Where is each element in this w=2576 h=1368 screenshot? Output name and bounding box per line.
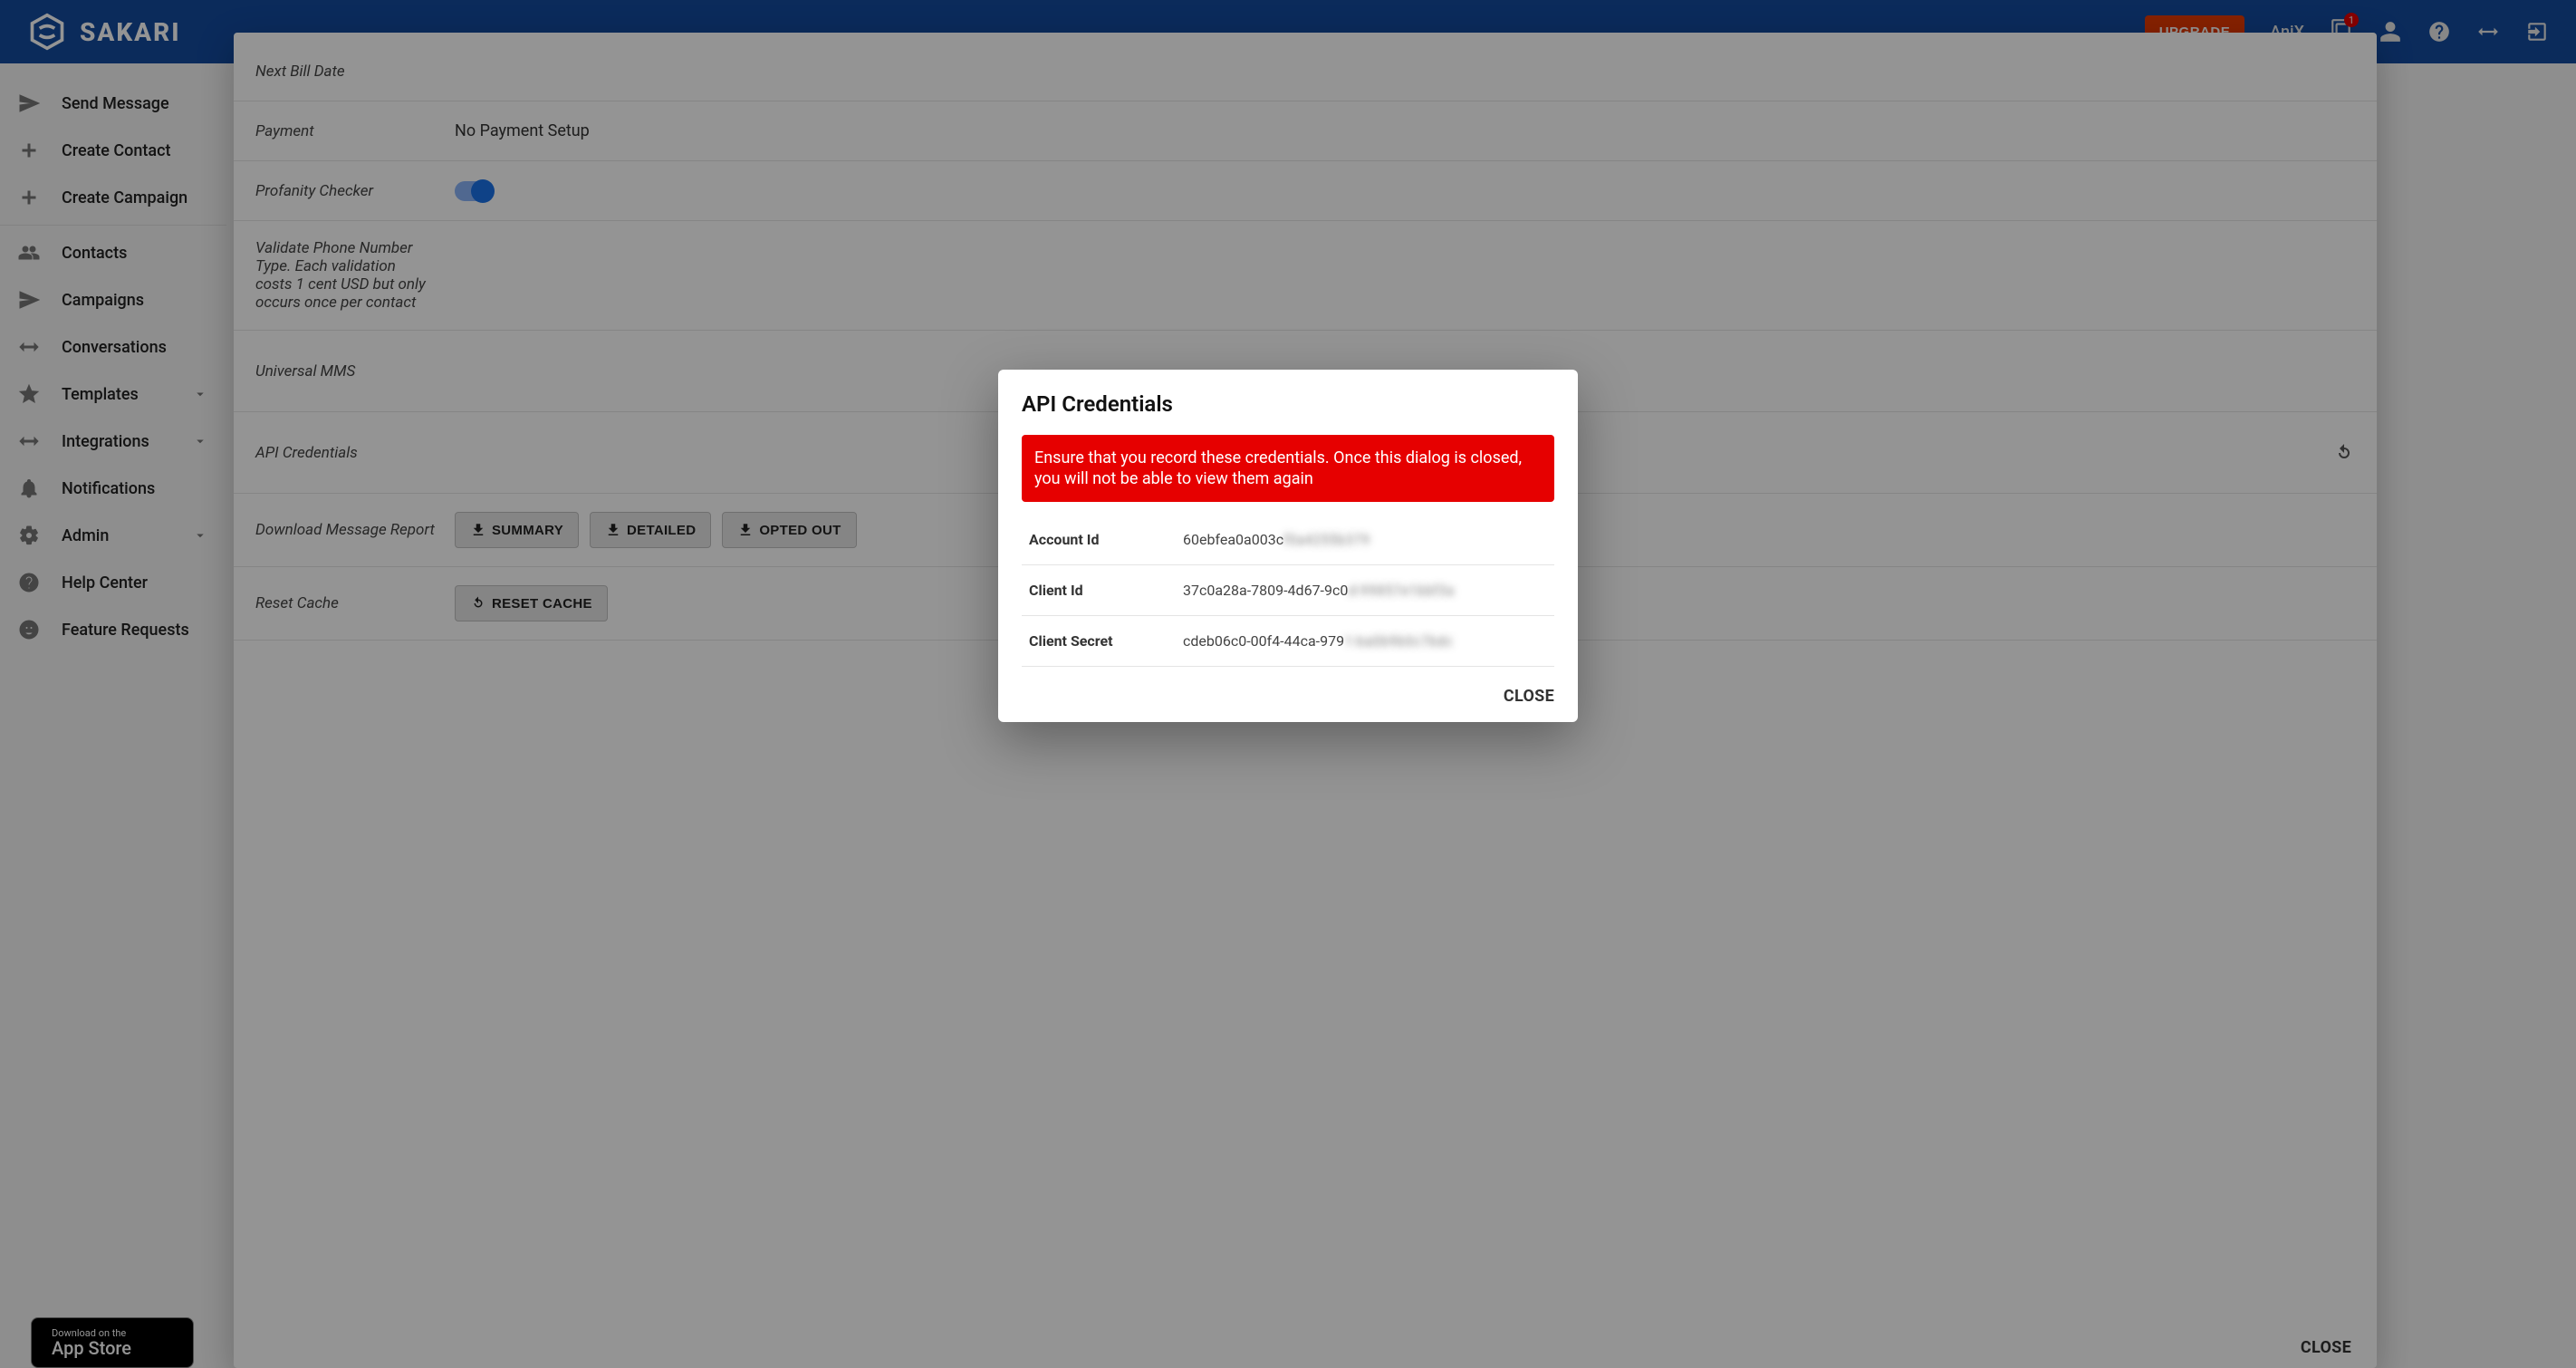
modal-warning: Ensure that you record these credentials… [1022, 435, 1554, 503]
credential-row-account-id: Account Id60ebfea0a003cf0a4255b379 [1022, 515, 1554, 565]
credential-value: 60ebfea0a003cf0a4255b379 [1183, 531, 1370, 548]
modal-close-button[interactable]: CLOSE [1022, 667, 1554, 706]
credential-value: 37c0a28a-7809-4d67-9c0d-99857e1bbf3a [1183, 582, 1454, 599]
credential-value: cdeb06c0-00f4-44ca-9791-ba0b9b0c7bdc [1183, 632, 1453, 650]
api-credentials-modal: API Credentials Ensure that you record t… [998, 370, 1578, 723]
credential-label: Account Id [1029, 531, 1183, 548]
credential-label: Client Id [1029, 582, 1183, 599]
credential-row-client-secret: Client Secretcdeb06c0-00f4-44ca-9791-ba0… [1022, 616, 1554, 667]
credential-row-client-id: Client Id37c0a28a-7809-4d67-9c0d-99857e1… [1022, 565, 1554, 616]
credential-label: Client Secret [1029, 632, 1183, 650]
modal-title: API Credentials [1022, 391, 1554, 417]
